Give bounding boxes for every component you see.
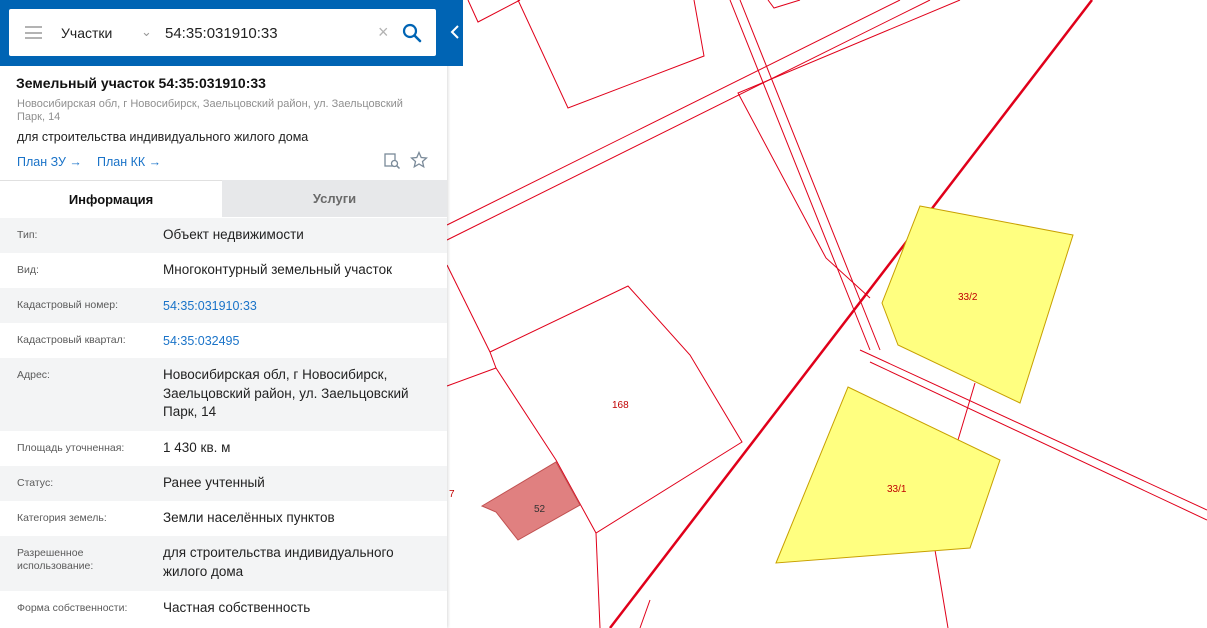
tab-services[interactable]: Услуги [222,180,447,217]
label-7: 7 [449,489,455,500]
row-label: Кадастровый квартал: [17,334,126,346]
cadastral-quarter-link[interactable]: 54:35:032495 [163,332,438,351]
row-label: Категория земель: [17,512,107,524]
info-row: Адрес: Новосибирская обл, г Новосибирск,… [0,358,447,431]
info-row: Тип: Объект недвижимости [0,218,447,253]
info-row: Статус: Ранее учтенный [0,466,447,501]
label-168: 168 [612,400,629,411]
row-label: Статус: [17,477,54,489]
info-row: Площадь уточненная: 1 430 кв. м [0,431,447,466]
chevron-left-icon[interactable] [449,24,461,40]
info-row: Форма собственности: Частная собственнос… [0,591,447,626]
row-label: Адрес: [17,369,50,381]
tab-bar: Информация Услуги [0,180,447,217]
info-row: Категория земель: Земли населённых пункт… [0,501,447,536]
star-icon[interactable] [410,151,428,169]
row-label: Площадь уточненная: [17,442,125,454]
document-search-icon[interactable] [383,152,401,170]
search-icon[interactable] [401,22,423,44]
row-value: Многоконтурный земельный участок [163,262,392,277]
cadastral-number-link[interactable]: 54:35:031910:33 [163,297,438,316]
parcel-title: Земельный участок 54:35:031910:33 [16,75,266,91]
row-value: для строительства индивидуального жилого… [163,545,394,579]
close-icon[interactable]: × [378,23,389,41]
info-row: Кадастровый номер: 54:35:031910:33 [0,288,447,323]
label-33-2: 33/2 [958,292,978,303]
chevron-down-icon[interactable]: ⌄ [141,24,152,40]
label-33-1: 33/1 [887,484,907,495]
row-label: Кадастровый номер: [17,299,119,311]
info-panel: Участки ⌄ × Земельный участок 54:35:0319… [0,0,463,628]
row-label: Форма собственности: [17,602,128,614]
plan-zu-link[interactable]: План ЗУ → [17,155,82,169]
row-label: Вид: [17,264,39,276]
row-value: 1 430 кв. м [163,440,231,455]
parcel-address: Новосибирская обл, г Новосибирск, Заельц… [17,98,403,123]
info-row: Вид: Многоконтурный земельный участок [0,253,447,288]
label-52: 52 [534,504,546,515]
tab-info[interactable]: Информация [0,180,222,217]
row-label: Разрешенное использование: [17,547,94,572]
info-row: Разрешенное использование: для строитель… [0,536,447,591]
row-label: Тип: [17,229,38,241]
search-input[interactable] [165,21,375,45]
row-value: Частная собственность [163,600,311,615]
menu-icon[interactable] [25,26,42,39]
row-value: Новосибирская обл, г Новосибирск, Заельц… [163,367,409,419]
info-row: Кадастровый квартал: 54:35:032495 [0,323,447,358]
parcel-purpose: для строительства индивидуального жилого… [17,130,309,144]
plan-kk-link[interactable]: План КК → [97,155,161,169]
category-select[interactable]: Участки [61,25,112,41]
row-value: Объект недвижимости [163,227,304,242]
row-value: Земли населённых пунктов [163,510,335,525]
search-bar: Участки ⌄ × [0,0,463,66]
row-value: Ранее учтенный [163,475,265,490]
search-box: Участки ⌄ × [9,9,436,56]
